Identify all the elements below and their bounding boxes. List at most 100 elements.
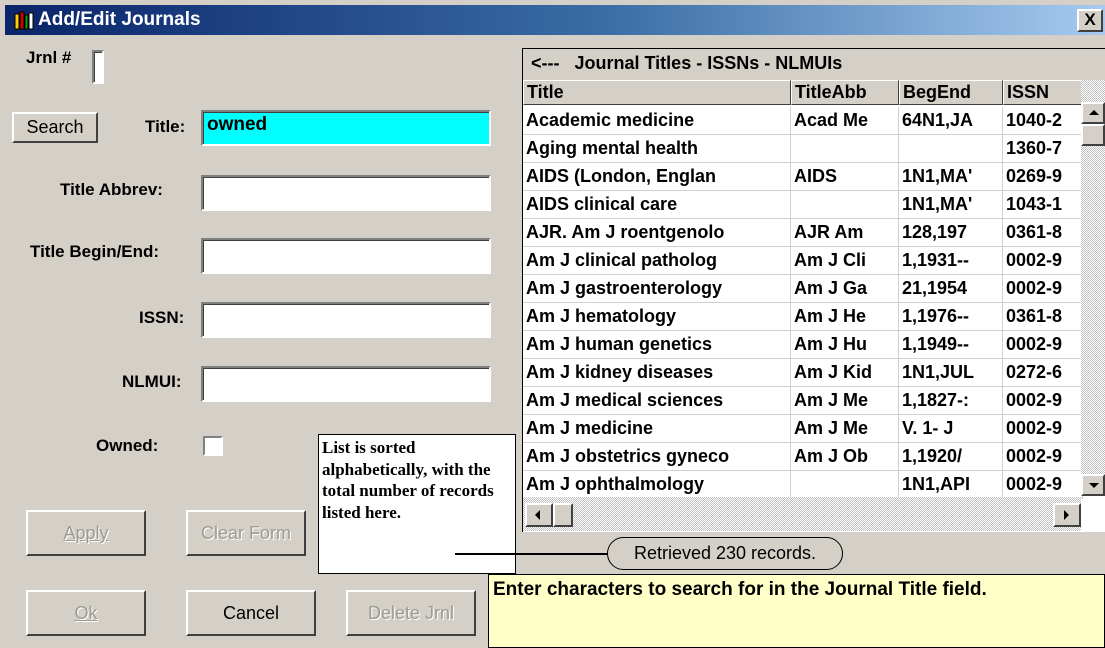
scroll-left-button[interactable] [525,503,553,527]
table-row[interactable]: AIDS clinical care 1N1,MA' 1043-1 [523,191,1083,219]
titleabb-cell: Am J Hu [791,331,899,359]
issn-cell: 0002-9 [1003,471,1083,499]
table-row[interactable]: Am J ophthalmology 1N1,API 0002-9 [523,471,1083,499]
begend-cell: 1N1,MA' [899,163,1003,191]
table-row[interactable]: Aging mental health 1360-7 [523,135,1083,163]
title-abbrev-label: Title Abbrev: [60,180,163,199]
jrnl-number-label: Jrnl # [26,48,72,67]
title-begin-end-field[interactable] [201,238,491,274]
titleabb-cell: Am J He [791,303,899,331]
titleabb-cell: Am J Kid [791,359,899,387]
issn-cell: 0002-9 [1003,331,1083,359]
vertical-scroll-thumb[interactable] [1081,124,1105,146]
table-row[interactable]: Am J kidney diseases Am J Kid 1N1,JUL 0272-… [523,359,1083,387]
issn-cell: 0002-9 [1003,387,1083,415]
issn-cell: 0361-8 [1003,303,1083,331]
title-cell: Am J hematology [523,303,791,331]
title-cell: Am J medical sciences [523,387,791,415]
title-cell: Am J gastroenterology [523,275,791,303]
title-cell: Am J ophthalmology [523,471,791,499]
issn-cell: 1360-7 [1003,135,1083,163]
begend-cell: 1N1,API [899,471,1003,499]
table-row[interactable]: Am J hematology Am J He 1,1976-- 0361-8 [523,303,1083,331]
issn-cell: 0002-9 [1003,443,1083,471]
callout-connector-line [455,553,608,555]
column-header-titleabb[interactable]: TitleAbb [791,80,899,105]
titleabb-cell: Am J Ob [791,443,899,471]
begend-cell: 1,1920/ [899,443,1003,471]
owned-checkbox[interactable] [203,436,223,456]
titleabb-cell: Am J Me [791,387,899,415]
close-button[interactable]: X [1077,9,1103,32]
table-row[interactable]: Am J medical sciences Am J Me 1,1827-: 0002… [523,387,1083,415]
nlmui-label: NLMUI: [122,372,182,391]
column-header-title[interactable]: Title [523,80,791,105]
titleabb-cell: Am J Me [791,415,899,443]
column-header-issn[interactable]: ISSN [1003,80,1083,105]
apply-button[interactable]: Apply [26,510,146,556]
title-cell: Am J obstetrics gyneco [523,443,791,471]
issn-cell: 1040-2 [1003,107,1083,135]
horizontal-scroll-thumb[interactable] [553,503,573,527]
journal-titles-grid[interactable]: <--- Journal Titles - ISSNs - NLMUIs Tit… [522,48,1105,532]
table-row[interactable]: AIDS (London, Englan AIDS 1N1,MA' 0269-9 [523,163,1083,191]
issn-cell: 0002-9 [1003,275,1083,303]
table-row[interactable]: Am J human genetics Am J Hu 1,1949-- 0002-9 [523,331,1083,359]
title-cell: Am J kidney diseases [523,359,791,387]
title-abbrev-field[interactable] [201,175,491,211]
begend-cell: 1N1,JUL [899,359,1003,387]
issn-cell: 0272-6 [1003,359,1083,387]
table-row[interactable]: AJR. Am J roentgenolo AJR Am 128,197 0361-8 [523,219,1083,247]
title-cell: Am J clinical patholog [523,247,791,275]
begend-cell: 128,197 [899,219,1003,247]
search-button[interactable]: Search [12,112,98,143]
vertical-scrollbar[interactable] [1081,80,1105,496]
title-cell: AIDS (London, Englan [523,163,791,191]
title-label: Title: [145,117,186,136]
begend-cell: 1,1949-- [899,331,1003,359]
titleabb-cell: AIDS [791,163,899,191]
arrow-down-icon [1089,483,1099,488]
titleabb-cell: Am J Cli [791,247,899,275]
cancel-button[interactable]: Cancel [186,590,316,636]
horizontal-scrollbar[interactable] [523,497,1081,531]
window-title: Add/Edit Journals [38,9,201,30]
delete-journal-button[interactable]: Delete Jrnl [346,590,476,636]
app-books-icon [14,11,34,30]
column-header-begend[interactable]: BegEnd [899,80,1003,105]
scroll-right-button[interactable] [1053,503,1081,527]
owned-label: Owned: [96,436,159,455]
grid-header: Title TitleAbb BegEnd ISSN [523,80,1083,105]
table-row[interactable]: Am J clinical patholog Am J Cli 1,1931-- 00… [523,247,1083,275]
nlmui-field[interactable] [201,366,491,402]
title-cell: Am J human genetics [523,331,791,359]
begend-cell: 1,1976-- [899,303,1003,331]
begend-cell: V. 1- J [899,415,1003,443]
titleabb-cell: Acad Me [791,107,899,135]
issn-cell: 0002-9 [1003,415,1083,443]
titleabb-cell: Am J Ga [791,275,899,303]
scroll-up-button[interactable] [1081,102,1105,124]
table-row[interactable]: Am J medicine Am J Me V. 1- J 0002-9 [523,415,1083,443]
begend-cell: 21,1954 [899,275,1003,303]
issn-field[interactable] [201,302,491,338]
window-titlebar: Add/Edit Journals X [5,5,1105,35]
titleabb-cell [791,191,899,219]
table-row[interactable]: Am J obstetrics gyneco Am J Ob 1,1920/0002… [523,443,1083,471]
jrnl-number-field[interactable] [92,50,104,84]
table-row[interactable]: Academic medicine Acad Me 64N1,JA 1040-2 [523,107,1083,135]
begend-cell: 1N1,MA' [899,191,1003,219]
issn-cell: 0002-9 [1003,247,1083,275]
title-cell: AJR. Am J roentgenolo [523,219,791,247]
begend-cell: 1,1827-: [899,387,1003,415]
titleabb-cell [791,471,899,499]
title-field[interactable]: owned [201,110,491,146]
clear-form-button[interactable]: Clear Form [186,510,306,556]
table-row[interactable]: Am J gastroenterology Am J Ga 21,1954 0002-… [523,275,1083,303]
scroll-down-button[interactable] [1081,474,1105,496]
begend-cell [899,135,1003,163]
arrow-right-icon [1064,510,1069,520]
issn-cell: 0269-9 [1003,163,1083,191]
record-count-status: Retrieved 230 records. [607,537,843,570]
ok-button[interactable]: Ok [26,590,146,636]
